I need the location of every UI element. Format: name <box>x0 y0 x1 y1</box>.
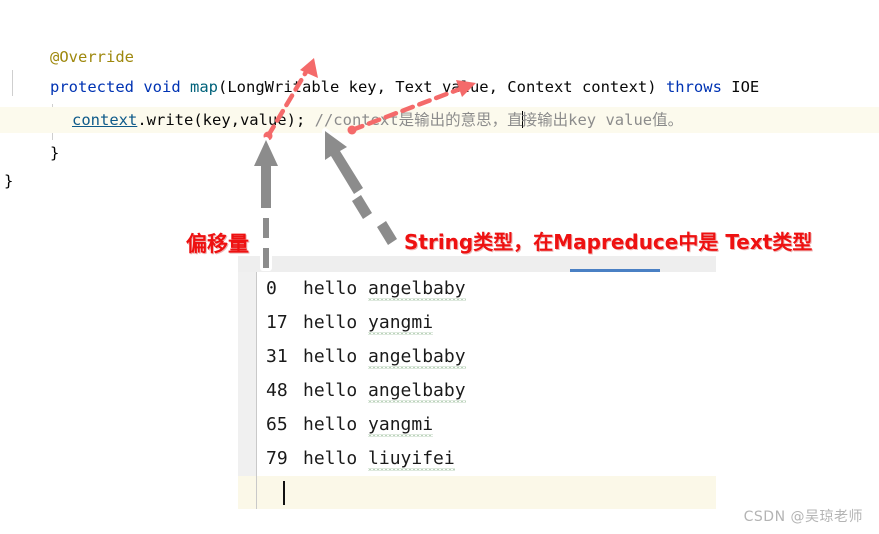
annotation-line[interactable]: @Override <box>0 44 879 70</box>
row-word-hello: hello <box>303 278 358 299</box>
code-token: throws <box>665 78 732 96</box>
panel-tab-bar[interactable] <box>238 256 716 273</box>
gutter-caret-line-highlight <box>238 476 256 509</box>
row-offset: 0 <box>266 278 277 299</box>
row-space <box>357 312 368 333</box>
panel-line-gutter <box>238 272 257 509</box>
row-space <box>357 278 368 299</box>
code-token: .write(key,value); <box>137 111 315 129</box>
code-token: void <box>143 78 190 96</box>
panel-tab-2[interactable] <box>500 258 560 270</box>
annotation-label-offset: 偏移量 <box>186 232 249 256</box>
code-token: } <box>4 172 14 190</box>
row-space <box>357 346 368 367</box>
panel-text-body[interactable]: 0 hello angelbaby 17 hello yangmi 31 hello an… <box>257 272 716 509</box>
data-row[interactable]: 0 hello angelbaby <box>257 272 466 306</box>
row-space <box>357 448 368 469</box>
code-token: map <box>190 78 218 96</box>
row-space <box>357 414 368 435</box>
row-word-hello: hello <box>303 448 358 469</box>
code-token: context <box>72 111 138 129</box>
panel-tab-3[interactable] <box>574 258 614 270</box>
panel-tab-0[interactable] <box>268 258 338 270</box>
code-editor[interactable]: @Override protected void map(LongWritable… <box>0 0 879 200</box>
row-word-name: yangmi <box>368 414 434 435</box>
data-row[interactable]: 17 hello yangmi <box>257 306 434 340</box>
row-offset: 17 <box>266 312 288 333</box>
row-offset: 48 <box>266 380 288 401</box>
row-word-name: liuyifei <box>368 448 455 469</box>
row-offset: 65 <box>266 414 288 435</box>
code-token: //context是输出的意思，直 <box>314 111 523 129</box>
row-word-name: angelbaby <box>368 346 466 367</box>
row-space <box>357 380 368 401</box>
row-word-hello: hello <box>303 346 358 367</box>
annotation-label-string-type: String类型，在Mapreduce中是 Text类型 <box>404 230 813 254</box>
data-row[interactable]: 48 hello angelbaby <box>257 374 466 408</box>
method-close-brace-line[interactable]: } <box>0 140 879 166</box>
class-close-brace-line[interactable]: } <box>0 168 879 194</box>
code-token: (LongWritable key, Text value, Context c… <box>218 78 666 96</box>
code-token: } <box>50 144 60 162</box>
data-row[interactable]: 31 hello angelbaby <box>257 340 466 374</box>
caret-line-highlight <box>257 476 716 509</box>
csdn-watermark: CSDN @吴琼老师 <box>743 509 863 525</box>
row-offset: 79 <box>266 448 288 469</box>
output-data-panel[interactable]: 0 hello angelbaby 17 hello yangmi 31 hello an… <box>238 256 716 509</box>
row-word-name: angelbaby <box>368 278 466 299</box>
text-caret <box>283 481 285 505</box>
method-signature-line[interactable]: protected void map(LongWritable key, Tex… <box>0 74 879 100</box>
code-token: @Override <box>50 48 134 66</box>
row-word-name: yangmi <box>368 312 434 333</box>
code-token: protected <box>50 78 144 96</box>
context-write-line[interactable]: context.write(key,value); //context是输出的意… <box>0 107 879 133</box>
row-word-hello: hello <box>303 312 358 333</box>
code-token: IOE <box>731 78 760 96</box>
row-offset: 31 <box>266 346 288 367</box>
data-row[interactable]: 65 hello yangmi <box>257 408 434 442</box>
data-row[interactable]: 79 hello liuyifei <box>257 442 455 476</box>
panel-tab-1[interactable] <box>428 258 458 270</box>
row-word-hello: hello <box>303 414 358 435</box>
row-word-name: angelbaby <box>368 380 466 401</box>
row-word-hello: hello <box>303 380 358 401</box>
code-token: 接输出key value值。 <box>521 111 684 129</box>
